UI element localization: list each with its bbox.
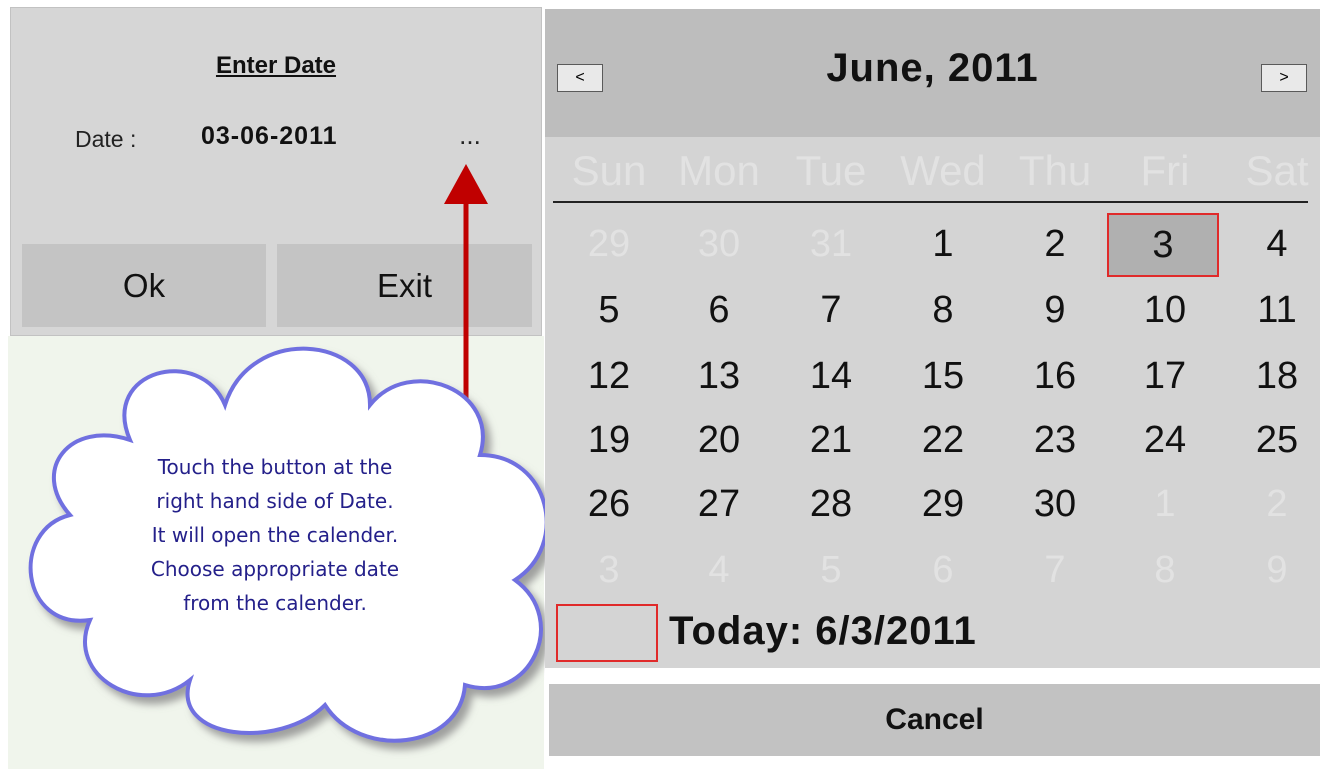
date-label: Date : bbox=[75, 126, 137, 152]
weekday-header-row: Sun Mon Tue Wed Thu Fri Sat bbox=[553, 147, 1313, 199]
cancel-button[interactable]: Cancel bbox=[549, 684, 1320, 756]
date-field[interactable]: 03-06-2011 bbox=[201, 122, 338, 151]
callout-line: right hand side of Date. bbox=[156, 489, 394, 513]
calendar-day[interactable]: 17 bbox=[1109, 347, 1221, 405]
callout-line: Touch the button at the bbox=[157, 455, 393, 479]
date-picker-button[interactable]: ... bbox=[448, 122, 492, 154]
calendar-day[interactable]: 19 bbox=[553, 411, 665, 469]
calendar-day[interactable]: 2 bbox=[999, 215, 1111, 273]
calendar-day-adjacent-month[interactable]: 29 bbox=[553, 215, 665, 273]
calendar-day[interactable]: 3 bbox=[1107, 213, 1219, 277]
calendar-day[interactable]: 24 bbox=[1109, 411, 1221, 469]
dialog-title: Enter Date bbox=[215, 52, 337, 79]
calendar-day-adjacent-month[interactable]: 2 bbox=[1221, 475, 1328, 533]
callout-line: Choose appropriate date bbox=[150, 557, 400, 581]
calendar-day-adjacent-month[interactable]: 3 bbox=[553, 541, 665, 599]
calendar-day-adjacent-month[interactable]: 5 bbox=[775, 541, 887, 599]
weekday-label: Sun bbox=[571, 147, 647, 194]
calendar-day[interactable]: 11 bbox=[1221, 281, 1328, 339]
calendar-day[interactable]: 18 bbox=[1221, 347, 1328, 405]
calendar-day-adjacent-month[interactable]: 31 bbox=[775, 215, 887, 273]
ok-button[interactable]: Ok bbox=[22, 244, 266, 327]
weekday-label: Fri bbox=[1140, 147, 1190, 194]
weekday-label: Wed bbox=[900, 147, 986, 194]
callout-line: from the calender. bbox=[183, 591, 367, 615]
callout-line: It will open the calender. bbox=[151, 523, 399, 547]
today-link[interactable]: Today: 6/3/2011 bbox=[669, 609, 977, 654]
calendar-day[interactable]: 28 bbox=[775, 475, 887, 533]
calendar-day-adjacent-month[interactable]: 1 bbox=[1109, 475, 1221, 533]
today-marker[interactable] bbox=[556, 604, 658, 662]
calendar-day[interactable]: 25 bbox=[1221, 411, 1328, 469]
calendar-panel: < June, 2011 > Sun Mon Tue Wed Thu Fri Sat 29 3… bbox=[545, 0, 1328, 769]
callout-text: Touch the button at the right hand side … bbox=[100, 450, 450, 620]
calendar-day[interactable]: 7 bbox=[775, 281, 887, 339]
calendar-day[interactable]: 4 bbox=[1221, 215, 1328, 273]
calendar-day[interactable]: 10 bbox=[1109, 281, 1221, 339]
weekday-label: Sat bbox=[1245, 147, 1309, 194]
calendar-day[interactable]: 26 bbox=[553, 475, 665, 533]
calendar-day-adjacent-month[interactable]: 8 bbox=[1109, 541, 1221, 599]
weekday-label: Thu bbox=[1018, 147, 1092, 194]
calendar-day-adjacent-month[interactable]: 30 bbox=[663, 215, 775, 273]
calendar-day[interactable]: 30 bbox=[999, 475, 1111, 533]
calendar-body: < June, 2011 > Sun Mon Tue Wed Thu Fri Sat 29 3… bbox=[545, 9, 1320, 668]
calendar-day[interactable]: 9 bbox=[999, 281, 1111, 339]
calendar-day[interactable]: 29 bbox=[887, 475, 999, 533]
dates-grid: 29 30 31 1 2 3 4 5 6 7 8 9 10 11 12 13 14 15 16 17 18 19 20 21 2… bbox=[553, 209, 1313, 599]
calendar-day[interactable]: 8 bbox=[887, 281, 999, 339]
weekday-label: Mon bbox=[678, 147, 760, 194]
calendar-day-adjacent-month[interactable]: 7 bbox=[999, 541, 1111, 599]
calendar-day[interactable]: 14 bbox=[775, 347, 887, 405]
calendar-day[interactable]: 13 bbox=[663, 347, 775, 405]
calendar-day[interactable]: 21 bbox=[775, 411, 887, 469]
weekday-divider bbox=[553, 201, 1308, 203]
calendar-day[interactable]: 20 bbox=[663, 411, 775, 469]
calendar-day[interactable]: 15 bbox=[887, 347, 999, 405]
calendar-day-adjacent-month[interactable]: 9 bbox=[1221, 541, 1328, 599]
calendar-day[interactable]: 5 bbox=[553, 281, 665, 339]
calendar-day[interactable]: 12 bbox=[553, 347, 665, 405]
calendar-day-adjacent-month[interactable]: 6 bbox=[887, 541, 999, 599]
calendar-day[interactable]: 1 bbox=[887, 215, 999, 273]
calendar-day[interactable]: 6 bbox=[663, 281, 775, 339]
calendar-header: < June, 2011 > bbox=[545, 9, 1320, 137]
chevron-right-icon: > bbox=[1279, 69, 1289, 86]
calendar-day[interactable]: 23 bbox=[999, 411, 1111, 469]
calendar-day-adjacent-month[interactable]: 4 bbox=[663, 541, 775, 599]
month-title: June, 2011 bbox=[826, 46, 1039, 90]
calendar-day[interactable]: 27 bbox=[663, 475, 775, 533]
calendar-day[interactable]: 16 bbox=[999, 347, 1111, 405]
calendar-day[interactable]: 22 bbox=[887, 411, 999, 469]
weekday-label: Tue bbox=[795, 147, 867, 194]
next-month-button[interactable]: > bbox=[1261, 64, 1307, 92]
